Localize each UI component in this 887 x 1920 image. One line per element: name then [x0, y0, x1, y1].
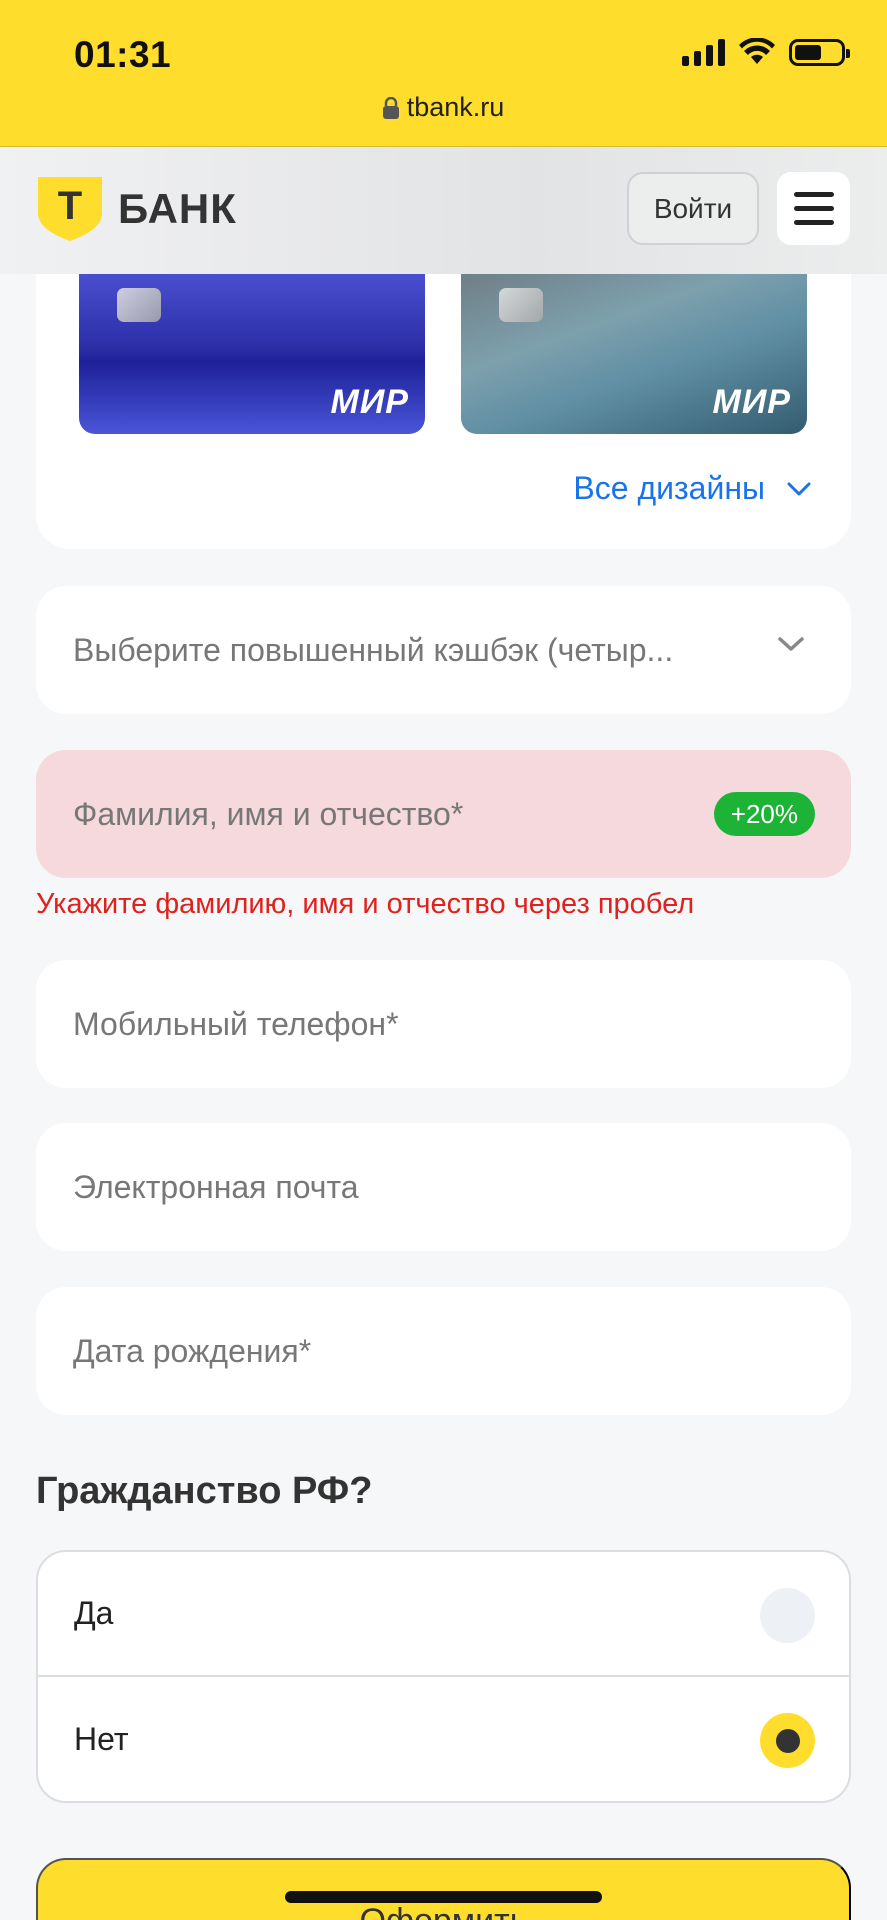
chevron-down-icon	[778, 637, 804, 651]
phone-placeholder: Мобильный телефон*	[73, 1005, 399, 1042]
birth-date-input[interactable]: Дата рождения*	[36, 1287, 851, 1415]
phone-input[interactable]: Мобильный телефон*	[36, 960, 851, 1088]
citizenship-title: Гражданство РФ?	[36, 1470, 373, 1512]
hamburger-menu-button[interactable]	[777, 172, 850, 245]
battery-level	[795, 44, 822, 60]
cashback-select[interactable]: Выберите повышенный кэшбэк (четыр...	[36, 586, 851, 714]
card-design-option[interactable]: МИР	[461, 274, 807, 434]
status-time: 01:31	[74, 34, 172, 75]
site-header: Т БАНК Войти	[0, 147, 887, 274]
chevron-down-icon	[787, 482, 811, 495]
cashback-select-placeholder: Выберите повышенный кэшбэк (четыр...	[73, 631, 674, 668]
svg-text:Т: Т	[58, 184, 82, 228]
all-designs-label: Все дизайны	[573, 470, 765, 506]
status-bar: 01:31 tbank.ru	[0, 0, 887, 147]
full-name-input[interactable]: Фамилия, имя и отчество* +20%	[36, 750, 851, 878]
logo-shield-icon: Т	[38, 177, 102, 241]
battery-icon	[789, 38, 850, 66]
citizenship-option-yes[interactable]: Да	[38, 1552, 849, 1677]
submit-button[interactable]: Оформить	[36, 1858, 851, 1920]
mir-logo: МИР	[712, 383, 791, 421]
url-text: tbank.ru	[406, 92, 505, 122]
login-button[interactable]: Войти	[627, 172, 759, 245]
status-icons	[682, 38, 850, 66]
lock-icon	[382, 96, 399, 119]
address-bar[interactable]: tbank.ru	[0, 92, 887, 123]
tbank-logo[interactable]: Т БАНК	[36, 175, 237, 243]
bonus-badge: +20%	[713, 792, 815, 836]
card-chip-icon	[499, 288, 543, 322]
full-name-placeholder: Фамилия, имя и отчество*	[73, 795, 464, 832]
citizenship-radio-group: Да Нет	[36, 1550, 851, 1803]
birth-date-placeholder: Дата рождения*	[73, 1332, 312, 1369]
home-indicator	[285, 1891, 602, 1903]
email-placeholder: Электронная почта	[73, 1168, 359, 1205]
radio-label: Нет	[74, 1721, 129, 1757]
email-input[interactable]: Электронная почта	[36, 1123, 851, 1251]
logo-text: БАНК	[118, 185, 237, 232]
radio-button-checked[interactable]	[760, 1713, 815, 1768]
cellular-signal-icon	[682, 38, 725, 66]
all-designs-link[interactable]: Все дизайны	[573, 470, 811, 507]
mir-logo: МИР	[330, 383, 409, 421]
citizenship-option-no[interactable]: Нет	[38, 1677, 849, 1801]
radio-button-unchecked[interactable]	[760, 1588, 815, 1643]
wifi-icon	[739, 38, 775, 64]
card-designs-panel: МИР МИР Все дизайны	[36, 274, 851, 549]
card-design-option[interactable]: МИР	[79, 274, 425, 434]
card-chip-icon	[117, 288, 161, 322]
hamburger-icon	[793, 192, 834, 197]
full-name-error: Укажите фамилию, имя и отчество через пр…	[36, 888, 695, 920]
radio-label: Да	[74, 1595, 114, 1631]
